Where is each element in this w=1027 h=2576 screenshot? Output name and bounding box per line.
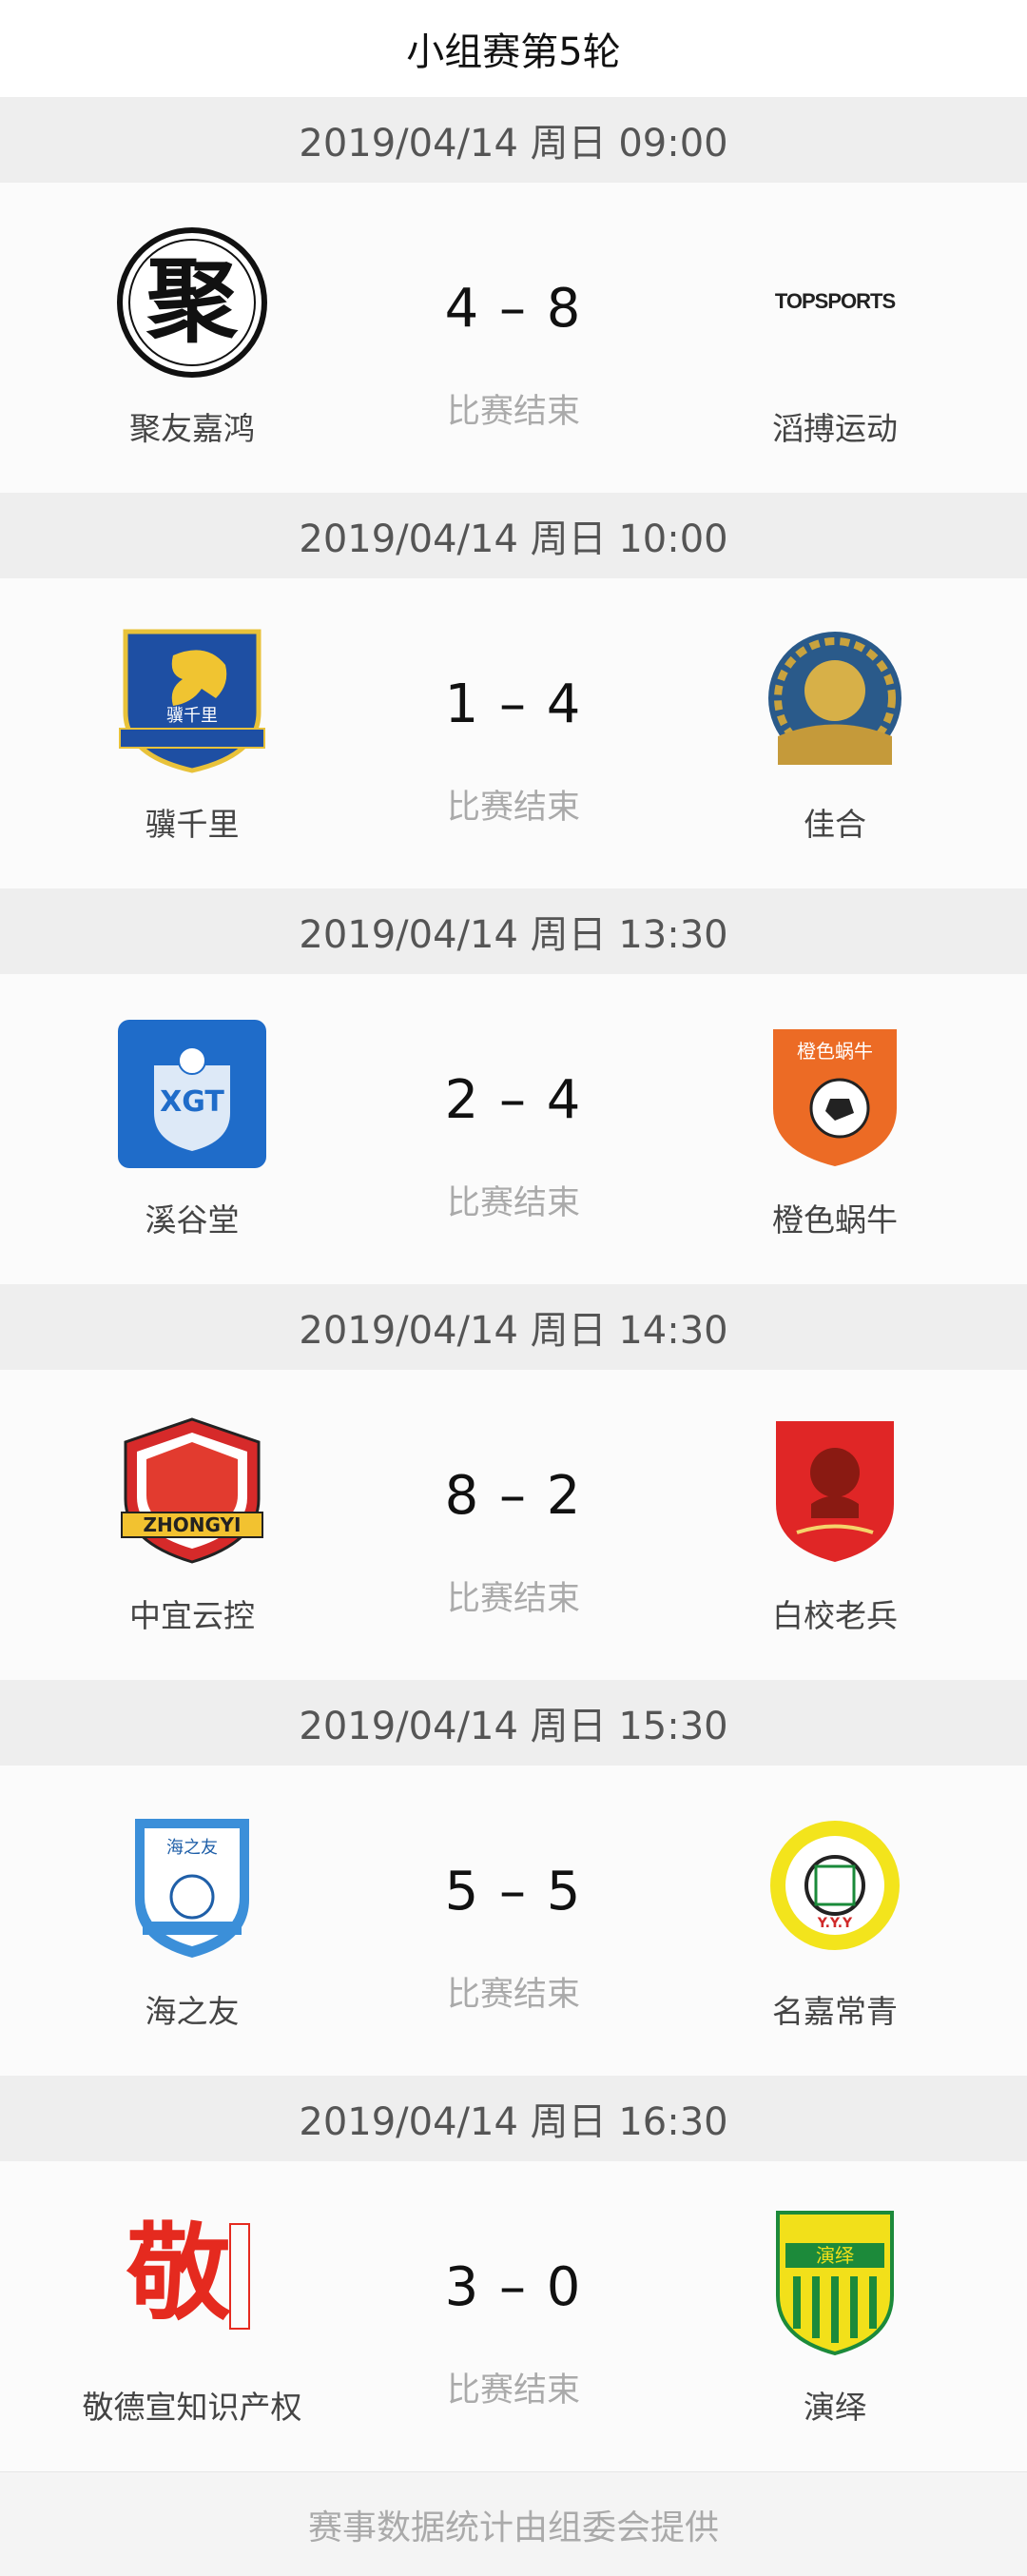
svg-text:聚: 聚	[145, 247, 239, 355]
svg-text:橙色蜗牛: 橙色蜗牛	[797, 1040, 873, 1063]
svg-text:演绎: 演绎	[816, 2244, 854, 2267]
match-status: 比赛结束	[446, 1184, 580, 1222]
match-status: 比赛结束	[446, 1580, 580, 1618]
topsports-text-logo-icon: TOPSPORTS	[759, 226, 911, 379]
match-date-header: 2019/04/14 周日 10:00	[0, 493, 1027, 578]
match-row[interactable]: XGT 溪谷堂 2 – 4 比赛结束 橙色蜗牛 橙色蜗牛	[0, 974, 1027, 1284]
horse-shield-logo-icon: 骥千里	[116, 622, 268, 774]
svg-text:ZHONGYI: ZHONGYI	[144, 1513, 242, 1536]
match-score: 2 – 4	[444, 1069, 583, 1131]
match-row[interactable]: 敬 敬德宣知识产权 3 – 0 比赛结束 演绎 演绎	[0, 2161, 1027, 2471]
ju-calligraphy-logo-icon: 聚	[116, 226, 268, 379]
away-team[interactable]: 佳合	[664, 622, 1006, 845]
away-team[interactable]: Y.Y.Y 名嘉常青	[664, 1809, 1006, 2032]
match-status: 比赛结束	[446, 1976, 580, 2014]
match-row[interactable]: 聚 聚友嘉鸿 4 – 8 比赛结束 TOPSPORTS 滔搏运动	[0, 183, 1027, 493]
home-team[interactable]: XGT 溪谷堂	[21, 1018, 363, 1240]
match-date-header: 2019/04/14 周日 09:00	[0, 97, 1027, 183]
away-team[interactable]: 演绎 演绎	[664, 2205, 1006, 2428]
footer-note: 赛事数据统计由组委会提供	[0, 2471, 1027, 2576]
match-row[interactable]: 骥千里 骥千里 1 – 4 比赛结束 佳合	[0, 578, 1027, 888]
home-team[interactable]: 骥千里 骥千里	[21, 622, 363, 845]
svg-text:Y.Y.Y: Y.Y.Y	[817, 1916, 853, 1931]
match-row[interactable]: 海之友 海之友 5 – 5 比赛结束 Y.Y.Y 名嘉常青	[0, 1766, 1027, 2076]
home-team[interactable]: 敬 敬德宣知识产权	[21, 2205, 363, 2428]
away-team-name: 演绎	[804, 2389, 866, 2426]
match-date-header: 2019/04/14 周日 15:30	[0, 1680, 1027, 1766]
match-score: 8 – 2	[444, 1465, 583, 1527]
home-team-name: 敬德宣知识产权	[82, 2389, 302, 2426]
home-team-name: 溪谷堂	[145, 1201, 240, 1239]
home-team-name: 中宜云控	[129, 1597, 255, 1634]
away-team[interactable]: 白校老兵	[664, 1414, 1006, 1636]
xgt-blue-square-logo-icon: XGT	[116, 1018, 268, 1170]
svg-text:TOPSPORTS: TOPSPORTS	[775, 289, 896, 313]
away-team-name: 橙色蜗牛	[772, 1201, 898, 1239]
match-score: 3 – 0	[444, 2256, 583, 2318]
home-team-name: 骥千里	[145, 806, 240, 843]
match-score: 4 – 8	[444, 278, 583, 340]
match-row[interactable]: ZHONGYI 中宜云控 8 – 2 比赛结束 白校老兵	[0, 1370, 1027, 1680]
blue-floral-shield-logo-icon: 海之友	[116, 1809, 268, 1961]
away-team-name: 佳合	[804, 806, 866, 843]
match-status: 比赛结束	[446, 2371, 580, 2410]
home-team-name: 聚友嘉鸿	[129, 410, 255, 447]
red-portrait-shield-logo-icon	[759, 1414, 911, 1566]
match-status: 比赛结束	[446, 393, 580, 431]
home-team[interactable]: 聚 聚友嘉鸿	[21, 226, 363, 449]
match-status: 比赛结束	[446, 789, 580, 827]
match-score: 5 – 5	[444, 1861, 583, 1922]
yanyi-green-shield-logo-icon: 演绎	[759, 2205, 911, 2357]
match-score: 1 – 4	[444, 673, 583, 735]
home-team-name: 海之友	[145, 1993, 240, 2030]
away-team-name: 名嘉常青	[772, 1993, 898, 2030]
match-date-header: 2019/04/14 周日 13:30	[0, 888, 1027, 974]
ornate-round-logo-icon	[759, 622, 911, 774]
orange-snail-shield-logo-icon: 橙色蜗牛	[759, 1018, 911, 1170]
svg-text:骥千里: 骥千里	[166, 706, 218, 726]
jing-red-seal-logo-icon: 敬	[116, 2205, 268, 2357]
away-team-name: 白校老兵	[772, 1597, 898, 1634]
yellow-round-badge-logo-icon: Y.Y.Y	[759, 1809, 911, 1961]
page-title: 小组赛第5轮	[0, 0, 1027, 97]
svg-text:XGT: XGT	[160, 1085, 224, 1119]
home-team[interactable]: 海之友 海之友	[21, 1809, 363, 2032]
away-team[interactable]: TOPSPORTS 滔搏运动	[664, 226, 1006, 449]
match-date-header: 2019/04/14 周日 14:30	[0, 1284, 1027, 1370]
away-team[interactable]: 橙色蜗牛 橙色蜗牛	[664, 1018, 1006, 1240]
away-team-name: 滔搏运动	[772, 410, 898, 447]
zhongyi-shield-logo-icon: ZHONGYI	[116, 1414, 268, 1566]
home-team[interactable]: ZHONGYI 中宜云控	[21, 1414, 363, 1636]
match-date-header: 2019/04/14 周日 16:30	[0, 2076, 1027, 2161]
svg-text:敬: 敬	[126, 2212, 232, 2334]
svg-text:海之友: 海之友	[166, 1838, 218, 1858]
